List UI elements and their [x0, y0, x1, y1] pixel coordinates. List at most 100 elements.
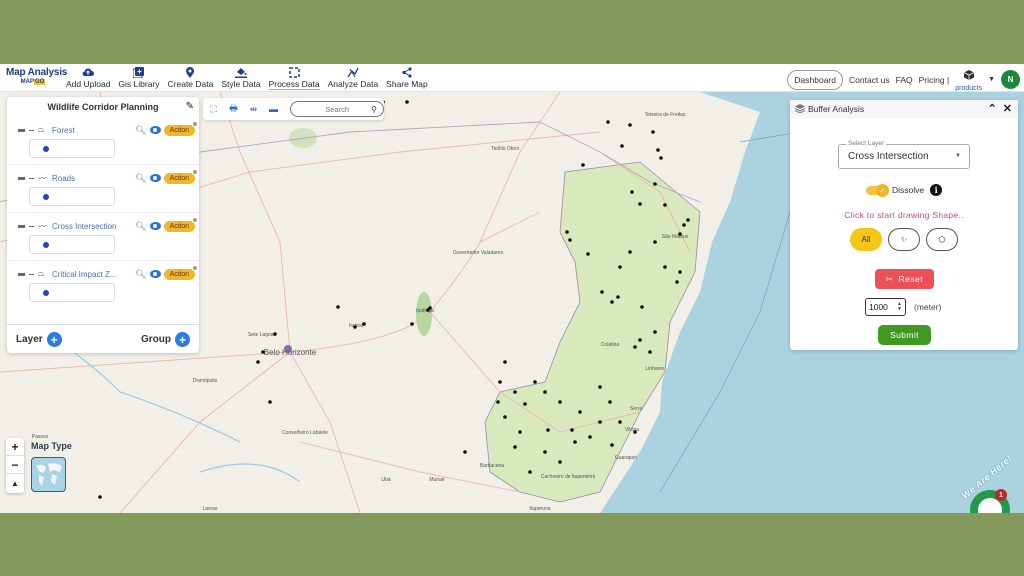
layer-name[interactable]: Roads: [52, 174, 135, 183]
caret-down-icon[interactable]: ▼: [988, 76, 995, 83]
layer-legend[interactable]: [29, 283, 115, 302]
layer-legend[interactable]: [29, 235, 115, 254]
check-icon: ✓: [876, 183, 889, 197]
comment-icon[interactable]: ▬: [268, 104, 279, 114]
map-point: [581, 163, 585, 167]
search-input[interactable]: [317, 104, 358, 114]
world-map-icon: [36, 463, 62, 486]
drag-handle-icon[interactable]: [18, 272, 25, 276]
add-layer-label: Layer: [16, 334, 43, 345]
edit-pencil-icon[interactable]: ✎: [186, 101, 194, 112]
dashboard-button[interactable]: Dashboard: [787, 69, 843, 90]
map-point: [586, 252, 590, 256]
info-icon[interactable]: i: [930, 184, 943, 196]
nav-label: Style Data: [221, 79, 261, 89]
zoom-to-layer-icon[interactable]: 🔍︎: [135, 125, 146, 136]
line-icon: 〰: [38, 173, 46, 183]
collapse-icon[interactable]: [29, 273, 34, 275]
map-toolbar: ⛶ 🖶︎ ⇹ ▬ ⚲: [203, 98, 384, 120]
fullscreen-focus-icon[interactable]: ⛶: [208, 104, 219, 115]
layer-name[interactable]: Forest: [52, 126, 135, 135]
action-button[interactable]: Action: [163, 121, 198, 136]
plus-icon: +: [46, 332, 62, 347]
map-point: [498, 380, 502, 384]
products-menu[interactable]: products: [955, 67, 982, 92]
layer-legend[interactable]: [29, 139, 115, 158]
collapse-icon[interactable]: [29, 177, 34, 179]
layer-panel-footer: Layer + Group +: [7, 324, 199, 353]
action-button[interactable]: Action: [163, 169, 198, 184]
contact-link[interactable]: Contact us: [849, 75, 890, 85]
nav-create-data[interactable]: Create Data: [164, 66, 218, 90]
reset-north-button[interactable]: ▲: [6, 474, 24, 492]
measure-icon[interactable]: ⇹: [248, 104, 259, 115]
buffer-distance-input[interactable]: 1000 ▲ ▼: [865, 298, 906, 316]
visibility-eye-icon[interactable]: [149, 270, 161, 278]
map-point: [675, 280, 679, 284]
collapse-icon[interactable]: [29, 225, 34, 227]
brand-sub-prefix: MAP: [20, 79, 34, 85]
nav-process-data[interactable]: Process Data: [265, 66, 324, 90]
visibility-eye-icon[interactable]: [149, 222, 161, 230]
collapse-chevron-up-icon[interactable]: ⌃: [988, 102, 997, 115]
nav-label: Create Data: [167, 79, 214, 89]
map-place-label: Ubá: [381, 477, 390, 483]
dissolve-toggle[interactable]: ✓: [866, 183, 889, 197]
faq-link[interactable]: FAQ: [896, 75, 913, 85]
zoom-in-button[interactable]: +: [6, 438, 24, 456]
nav-analyze-data[interactable]: Analyze Data: [324, 66, 383, 90]
drag-handle-icon[interactable]: [18, 128, 25, 132]
zoom-to-layer-icon[interactable]: 🔍︎: [135, 221, 146, 232]
print-icon[interactable]: 🖶︎: [228, 101, 239, 117]
map-point: [618, 420, 622, 424]
map-type-thumbnail[interactable]: [31, 457, 66, 492]
we-are-here-widget[interactable]: We Are Here! 1: [950, 453, 1024, 513]
brand-logo[interactable]: Map Analysis MAPGO: [6, 67, 67, 85]
app-window: Map Analysis MAPGO Add Upload Gis Librar…: [0, 64, 1024, 513]
map-point: [353, 325, 357, 329]
layer-legend[interactable]: [29, 187, 115, 206]
search-field[interactable]: ⚲: [290, 101, 384, 117]
pricing-link[interactable]: Pricing |: [919, 75, 950, 85]
collapse-icon[interactable]: [29, 129, 34, 131]
map-point: [463, 450, 467, 454]
reset-button[interactable]: ✂ Reset: [875, 269, 934, 289]
draw-polygon-button[interactable]: ⬠: [926, 228, 958, 251]
cloud-upload-icon: [82, 66, 95, 78]
drag-handle-icon[interactable]: [18, 224, 25, 228]
action-button[interactable]: Action: [163, 265, 198, 280]
zoom-to-layer-icon[interactable]: 🔍︎: [135, 173, 146, 184]
select-all-button[interactable]: All: [850, 228, 882, 251]
map-point: [606, 120, 610, 124]
close-icon[interactable]: ✕: [1003, 102, 1012, 115]
map-point: [546, 428, 550, 432]
layer-item-cross-intersection: 〰 Cross Intersection 🔍︎ Action: [7, 213, 199, 261]
zoom-out-button[interactable]: −: [6, 456, 24, 474]
city-marker-belo-horizonte: [284, 345, 292, 353]
nav-share-map[interactable]: Share Map: [382, 66, 432, 90]
map-point: [653, 330, 657, 334]
nav-add-upload[interactable]: Add Upload: [62, 66, 114, 90]
stepper-arrows-icon[interactable]: ▲ ▼: [897, 302, 902, 312]
drag-handle-icon[interactable]: [18, 176, 25, 180]
avatar[interactable]: N: [1001, 70, 1020, 89]
map-point: [565, 230, 569, 234]
zoom-to-layer-icon[interactable]: 🔍︎: [135, 269, 146, 280]
layer-name[interactable]: Critical Impact Z...: [52, 270, 135, 279]
submit-button[interactable]: Submit: [878, 325, 931, 345]
layer-name[interactable]: Cross Intersection: [52, 222, 135, 231]
magic-select-button[interactable]: ✨︎: [888, 228, 920, 251]
distance-unit: (meter): [914, 302, 942, 312]
nav-gis-library[interactable]: Gis Library: [114, 66, 163, 90]
visibility-eye-icon[interactable]: [149, 174, 161, 182]
add-layer-button[interactable]: Layer +: [16, 332, 62, 347]
select-layer-dropdown[interactable]: Select Layer Cross Intersection ▼: [838, 140, 970, 169]
add-group-button[interactable]: Group +: [141, 332, 190, 347]
visibility-eye-icon[interactable]: [149, 126, 161, 134]
map-point: [608, 400, 612, 404]
search-icon[interactable]: ⚲: [371, 105, 377, 114]
action-button[interactable]: Action: [163, 217, 198, 232]
map-place-label: Cachoeiro de Itapemirim: [541, 474, 595, 480]
map-point: [638, 202, 642, 206]
nav-style-data[interactable]: Style Data: [217, 66, 264, 90]
